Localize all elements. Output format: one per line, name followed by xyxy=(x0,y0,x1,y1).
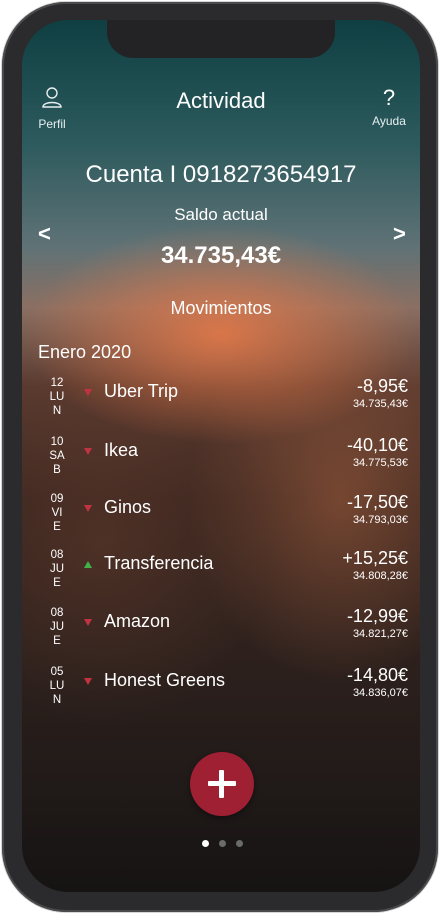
transaction-date: 10 SA B xyxy=(49,436,65,476)
month-header: Enero 2020 xyxy=(38,342,132,362)
transaction-row[interactable]: 10 SA B Ikea -40,10€ 34.775,53€ xyxy=(22,435,420,485)
page-dot[interactable] xyxy=(219,840,226,847)
page-dot[interactable] xyxy=(236,840,243,847)
transaction-date: 12 LU N xyxy=(49,377,65,417)
transaction-amount: -17,50€ xyxy=(346,492,408,512)
transaction-name: Honest Greens xyxy=(104,670,226,690)
transaction-balance: 34.735,43€ xyxy=(352,398,408,410)
account-number: Cuenta I 0918273654917 xyxy=(85,161,357,188)
transaction-balance: 34.821,27€ xyxy=(352,628,408,640)
add-button[interactable] xyxy=(190,752,254,816)
page-title: Actividad xyxy=(176,88,266,113)
balance-value: 34.735,43€ xyxy=(160,242,282,269)
page-dot[interactable] xyxy=(202,840,209,847)
transaction-amount: -14,80€ xyxy=(346,665,408,685)
transaction-row[interactable]: 05 LU N Honest Greens -14,80€ 34.836,07€ xyxy=(22,665,420,715)
transaction-date: 08 JU E xyxy=(49,607,65,647)
help-label: Ayuda xyxy=(372,114,406,128)
transaction-row[interactable]: 08 JU E Amazon -12,99€ 34.821,27€ xyxy=(22,606,420,656)
phone-frame: Perfil Actividad ? Ayuda Cuenta I 091827… xyxy=(2,2,438,912)
notch xyxy=(107,20,335,58)
transaction-row[interactable]: 08 JU E Transferencia +15,25€ 34.808,28€ xyxy=(22,548,420,598)
transaction-amount: +15,25€ xyxy=(342,548,408,568)
income-arrow-icon xyxy=(84,561,92,568)
movements-title: Movimientos xyxy=(170,298,272,318)
balance-label: Saldo actual xyxy=(174,205,268,224)
transaction-row[interactable]: 09 VI E Ginos -17,50€ 34.793,03€ xyxy=(22,492,420,542)
transaction-amount: -40,10€ xyxy=(346,435,408,455)
help-icon: ? xyxy=(382,85,396,110)
expense-arrow-icon xyxy=(84,505,92,512)
screen: Perfil Actividad ? Ayuda Cuenta I 091827… xyxy=(22,20,420,892)
profile-label: Perfil xyxy=(38,117,66,131)
transaction-balance: 34.836,07€ xyxy=(352,687,408,699)
transaction-row[interactable]: 12 LU N Uber Trip -8,95€ 34.735,43€ xyxy=(22,376,420,426)
expense-arrow-icon xyxy=(84,619,92,626)
transaction-date: 05 LU N xyxy=(49,666,65,706)
transaction-date: 08 JU E xyxy=(49,549,65,589)
help-button[interactable]: ? Ayuda xyxy=(368,85,410,129)
expense-arrow-icon xyxy=(84,389,92,396)
transaction-amount: -8,95€ xyxy=(356,376,408,396)
transaction-balance: 34.775,53€ xyxy=(352,457,408,469)
transaction-name: Uber Trip xyxy=(104,381,179,401)
transaction-name: Ginos xyxy=(104,497,152,517)
expense-arrow-icon xyxy=(84,448,92,455)
transaction-balance: 34.808,28€ xyxy=(352,570,408,582)
transaction-name: Ikea xyxy=(104,440,139,460)
transaction-amount: -12,99€ xyxy=(346,606,408,626)
expense-arrow-icon xyxy=(84,678,92,685)
transaction-name: Transferencia xyxy=(104,553,214,573)
next-account-button[interactable]: > xyxy=(393,221,406,247)
transaction-date: 09 VI E xyxy=(50,493,64,533)
page-indicator xyxy=(202,840,262,848)
transaction-balance: 34.793,03€ xyxy=(352,514,408,526)
transaction-name: Amazon xyxy=(104,611,171,631)
